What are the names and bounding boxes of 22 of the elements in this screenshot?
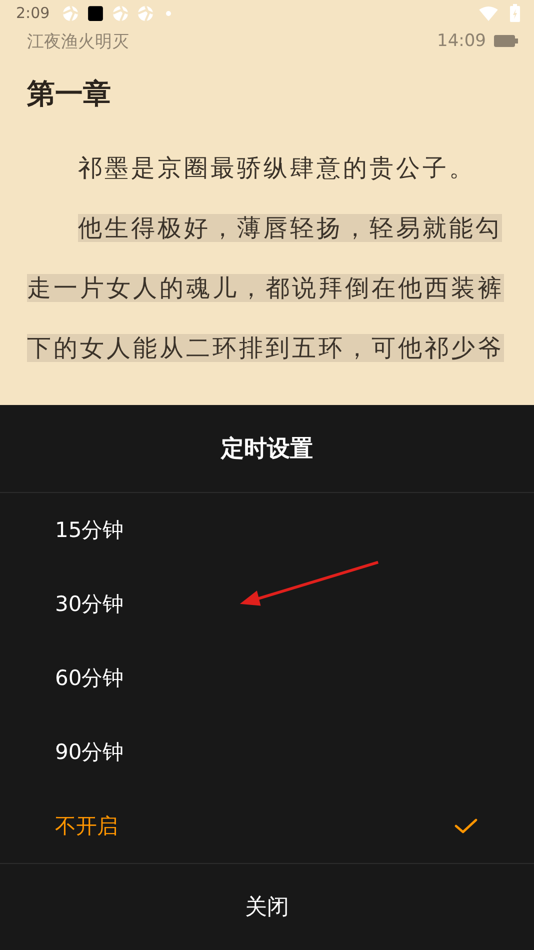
paragraph: 他生得极好，薄唇轻扬，轻易就能勾走一片女人的魂儿，都说拜倒在他西装裤下的女人能从二环排到五环，可他祁少爷: [27, 213, 505, 364]
paragraph: 祁墨是京圈最骄纵肆意的贵公子。: [77, 153, 476, 184]
wifi-icon: [479, 6, 498, 20]
book-title: 江夜渔火明灭: [27, 30, 129, 52]
square-icon: [86, 4, 104, 22]
timer-option[interactable]: 15分钟: [0, 493, 534, 567]
battery-icon: [510, 4, 520, 22]
app-notification-icon: [136, 4, 154, 22]
sheet-title: 定时设置: [0, 405, 534, 493]
app-notification-icon: [62, 4, 79, 22]
check-icon: [454, 818, 478, 834]
chapter-title: 第一章: [27, 76, 112, 112]
timer-option[interactable]: 90分钟: [0, 715, 534, 789]
battery-icon: [494, 35, 518, 47]
timer-option[interactable]: 不开启: [0, 789, 534, 863]
timer-option[interactable]: 60分钟: [0, 641, 534, 715]
close-button[interactable]: 关闭: [0, 864, 534, 950]
more-notifications-icon: [166, 10, 171, 16]
timer-option[interactable]: 30分钟: [0, 567, 534, 641]
reader-clock: 14:09: [437, 31, 486, 51]
status-time: 2:09: [16, 4, 50, 22]
app-notification-icon: [112, 4, 129, 22]
